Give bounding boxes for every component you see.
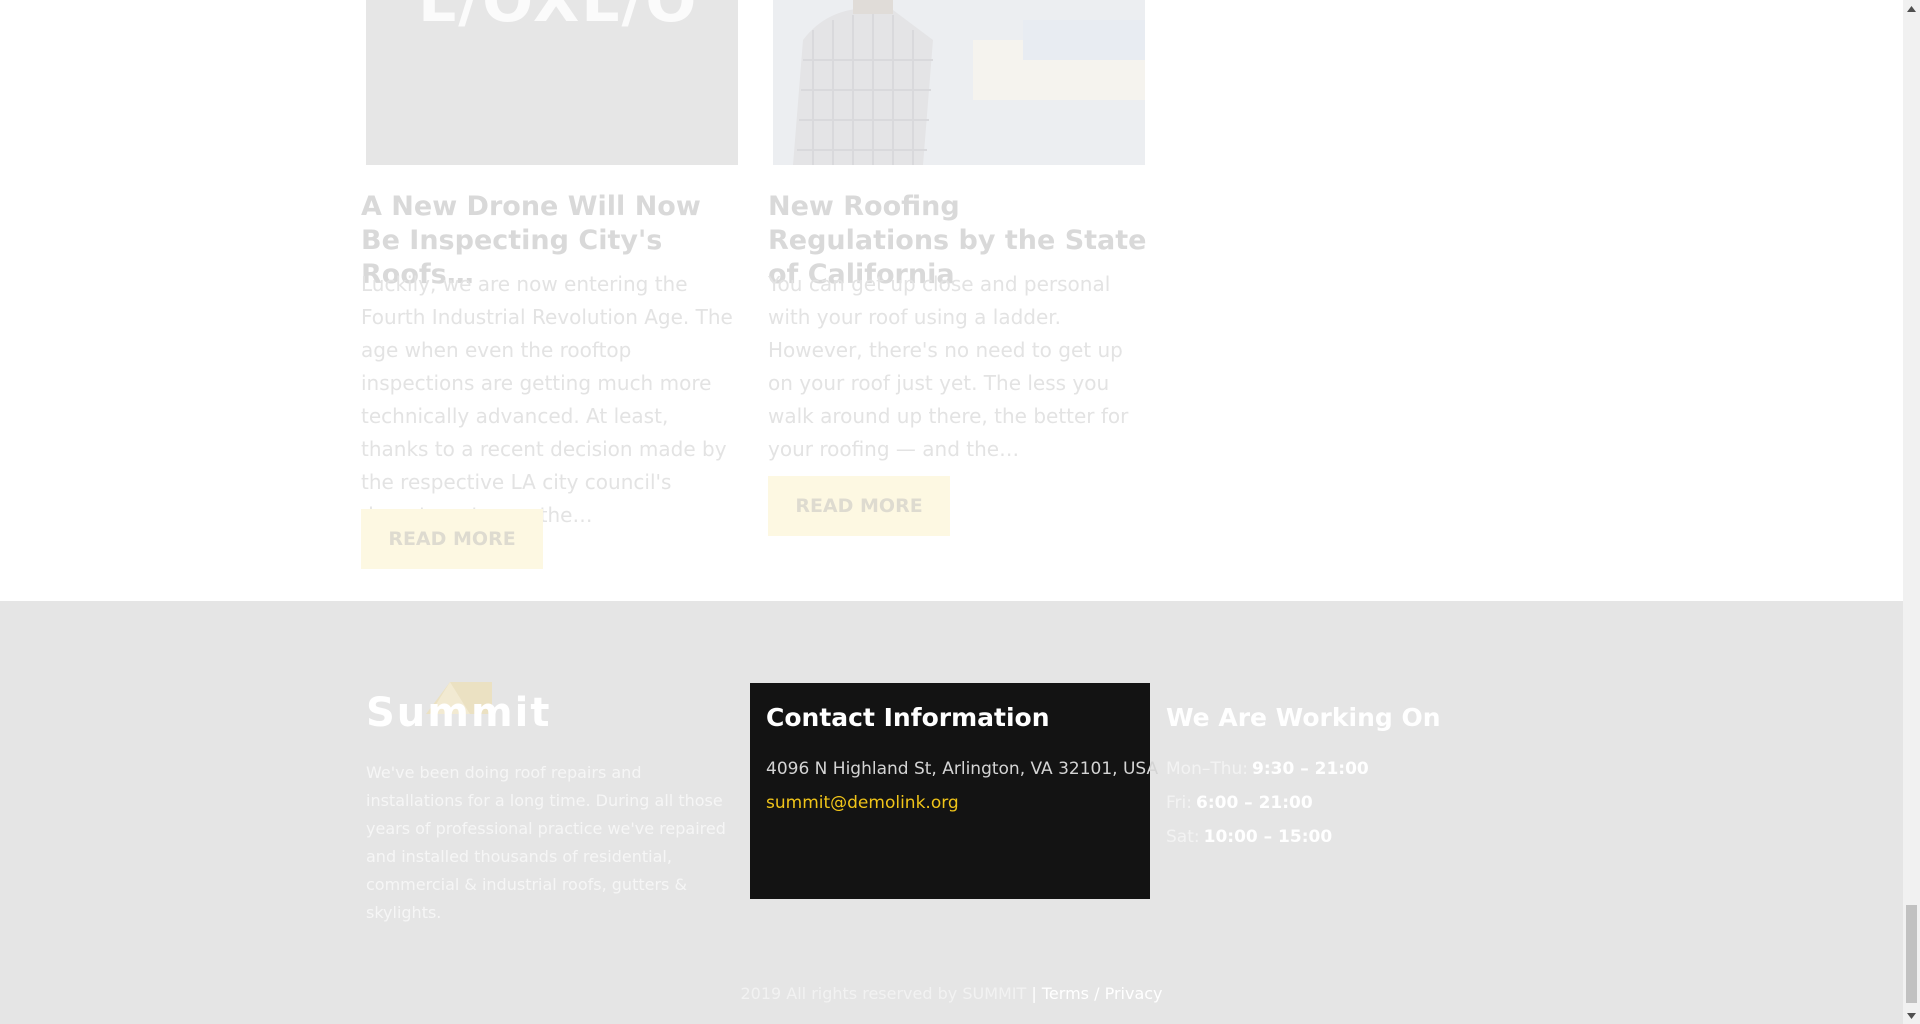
contact-email-link[interactable]: summit@demolink.org [766,793,959,813]
contact-address: 4096 N Highland St, Arlington, VA 32101,… [766,759,1159,779]
hours-day: Fri: [1166,793,1192,813]
footer-logo[interactable]: Summit [366,682,549,742]
read-more-button[interactable]: READ MORE [361,509,543,569]
scroll-down-arrow-icon[interactable] [1903,1007,1920,1024]
blog-section: L/OXL/O A New Drone Will Now Be Inspecti… [0,0,1903,601]
scroll-up-arrow-icon[interactable] [1903,0,1920,17]
vertical-scrollbar[interactable] [1903,0,1920,1024]
hours-row: Mon–Thu: 9:30 – 21:00 [1166,759,1369,779]
privacy-link[interactable]: Privacy [1105,984,1163,1003]
footer: Summit We've been doing roof repairs and… [0,601,1903,1024]
hours-day: Mon–Thu: [1166,759,1249,779]
thumbnail-text: L/OXL/O [418,0,699,36]
post-thumbnail[interactable] [773,0,1145,165]
hours-time: 6:00 – 21:00 [1195,793,1313,813]
separator: | [1031,984,1037,1003]
post-excerpt: You can get up close and personal with y… [768,272,1129,461]
hours-time: 9:30 – 21:00 [1252,759,1369,779]
read-more-button[interactable]: READ MORE [768,476,950,536]
copyright-text: 2019 All rights reserved by SUMMIT [740,984,1027,1003]
hours-row: Fri: 6:00 – 21:00 [1166,793,1313,813]
link-separator: / [1094,984,1100,1003]
copyright-bar: 2019 All rights reserved by SUMMIT | Ter… [0,984,1903,1003]
logo-text: Summit [366,690,552,736]
hours-row: Sat: 10:00 – 15:00 [1166,827,1332,847]
scrollbar-thumb[interactable] [1906,905,1917,1003]
hours-time: 10:00 – 15:00 [1203,827,1333,847]
contact-heading: Contact Information [766,703,1050,732]
hours-day: Sat: [1166,827,1200,847]
hours-heading: We Are Working On [1166,703,1441,732]
post-thumbnail[interactable]: L/OXL/O [366,0,738,165]
terms-link[interactable]: Terms [1042,984,1089,1003]
roofer-photo [773,0,1145,165]
page: L/OXL/O A New Drone Will Now Be Inspecti… [0,0,1903,1024]
contact-information: Contact Information 4096 N Highland St, … [750,683,1158,899]
about-text: We've been doing roof repairs and instal… [366,763,726,922]
post-excerpt: Luckily, we are now entering the Fourth … [361,272,733,527]
